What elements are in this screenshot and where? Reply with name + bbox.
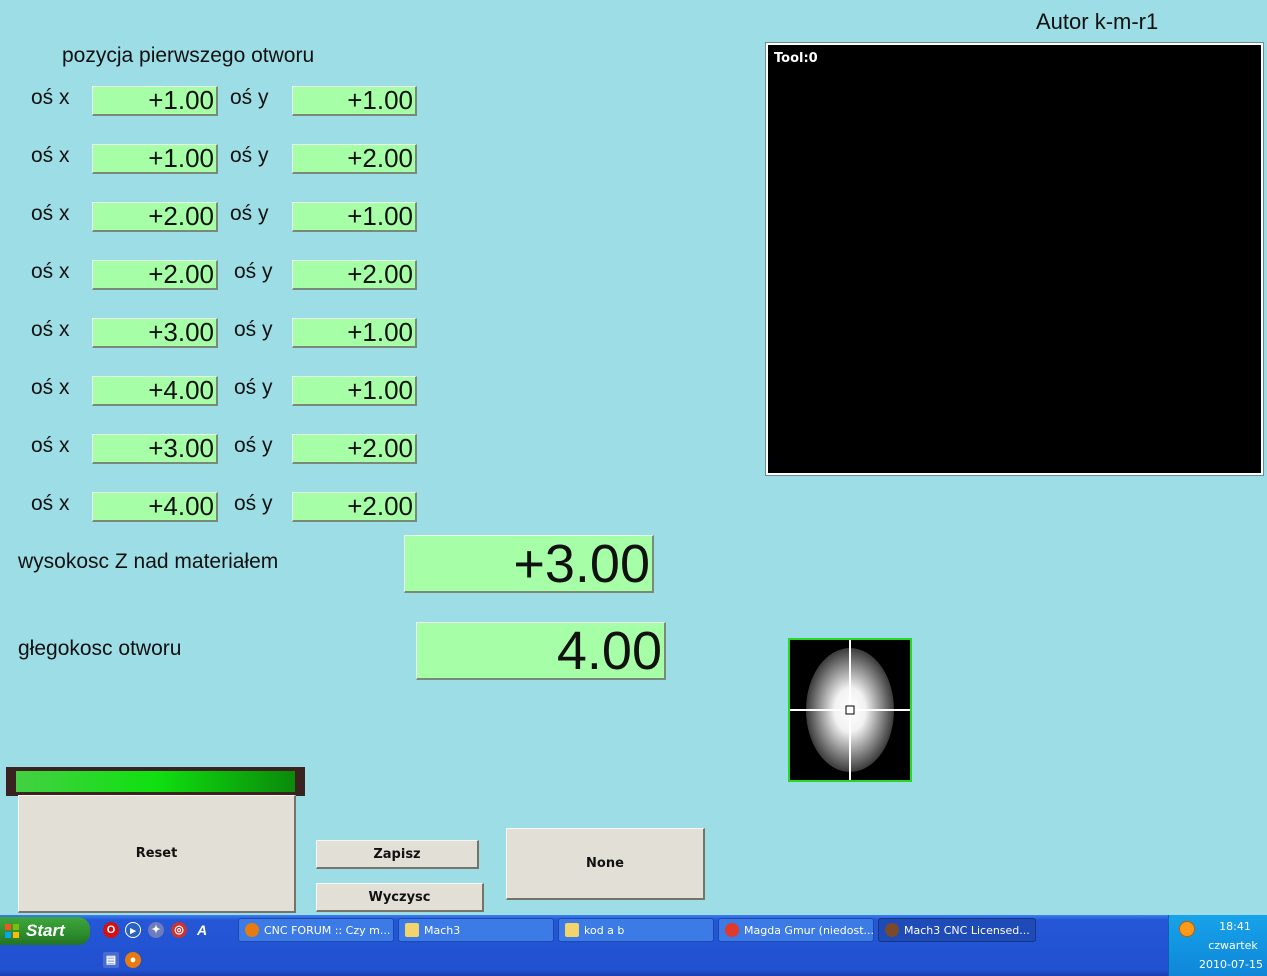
reset-button[interactable]: Reset — [18, 795, 296, 913]
antivirus-icon[interactable]: ◎ — [171, 922, 187, 938]
folder-icon — [405, 923, 419, 937]
axis-y-label: oś y — [230, 144, 269, 167]
x-coordinate-field[interactable]: +3.00 — [92, 318, 218, 348]
y-coordinate-field[interactable]: +1.00 — [292, 86, 417, 116]
clock-time: 18:41 — [1219, 920, 1251, 933]
axis-x-label: oś x — [31, 376, 70, 399]
folder-icon — [565, 923, 579, 937]
axis-y-label: oś y — [234, 492, 273, 515]
y-coordinate-field[interactable]: +2.00 — [292, 144, 417, 174]
firefox-icon — [245, 923, 259, 937]
task-gadu-gadu[interactable]: Magda Gmur (niedost... — [718, 918, 874, 942]
tools-icon[interactable]: ✦ — [148, 922, 164, 938]
y-coordinate-field[interactable]: +2.00 — [292, 434, 417, 464]
firefox-quicklaunch-icon[interactable]: ● — [125, 952, 141, 968]
axis-x-label: oś x — [31, 86, 70, 109]
z-height-label: wysokosc Z nad materiałem — [18, 550, 279, 573]
z-height-dro[interactable]: +3.00 — [404, 535, 654, 593]
clock-day: czwartek — [1208, 939, 1258, 952]
x-coordinate-field[interactable]: +4.00 — [92, 492, 218, 522]
font-tool-icon[interactable]: A — [194, 922, 210, 938]
x-coordinate-field[interactable]: +3.00 — [92, 434, 218, 464]
mach3-icon — [885, 923, 899, 937]
y-coordinate-field[interactable]: +1.00 — [292, 202, 417, 232]
y-coordinate-field[interactable]: +1.00 — [292, 376, 417, 406]
led-fill — [16, 771, 295, 792]
author-label: Autor k-m-r1 — [1036, 9, 1159, 34]
task-label: Magda Gmur (niedost... — [744, 923, 874, 937]
x-coordinate-field[interactable]: +1.00 — [92, 144, 218, 174]
tray-sun-icon[interactable] — [1179, 921, 1195, 937]
media-player-icon[interactable]: ▸ — [125, 922, 141, 938]
task-cnc-forum[interactable]: CNC FORUM :: Czy m... — [238, 918, 394, 942]
y-coordinate-field[interactable]: +2.00 — [292, 260, 417, 290]
x-coordinate-field[interactable]: +2.00 — [92, 202, 218, 232]
gadu-gadu-icon — [725, 923, 739, 937]
start-label: Start — [26, 921, 65, 940]
wyczysc-button[interactable]: Wyczysc — [316, 883, 484, 912]
tool-number-label: Tool:0 — [774, 51, 818, 66]
jog-crosshair-pad[interactable] — [788, 638, 912, 782]
axis-x-label: oś x — [31, 492, 70, 515]
toolpath-display[interactable]: Tool:0 — [765, 42, 1264, 476]
task-label: kod a b — [584, 923, 625, 937]
hole-depth-label: głegokosc otworu — [18, 637, 182, 660]
axis-y-label: oś y — [234, 434, 273, 457]
axis-x-label: oś x — [31, 434, 70, 457]
opera-icon[interactable]: O — [103, 922, 119, 938]
y-coordinate-field[interactable]: +1.00 — [292, 318, 417, 348]
axis-y-label: oś y — [234, 318, 273, 341]
y-coordinate-field[interactable]: +2.00 — [292, 492, 417, 522]
task-label: Mach3 — [424, 923, 461, 937]
start-button[interactable]: Start — [0, 917, 90, 945]
x-coordinate-field[interactable]: +2.00 — [92, 260, 218, 290]
axis-x-label: oś x — [31, 318, 70, 341]
task-label: CNC FORUM :: Czy m... — [264, 923, 391, 937]
hole-depth-dro[interactable]: 4.00 — [416, 622, 666, 680]
axis-x-label: oś x — [31, 202, 70, 225]
task-label: Mach3 CNC Licensed... — [904, 923, 1030, 937]
x-coordinate-field[interactable]: +1.00 — [92, 86, 218, 116]
progress-led-bar — [6, 767, 305, 796]
axis-x-label: oś x — [31, 260, 70, 283]
x-coordinate-field[interactable]: +4.00 — [92, 376, 218, 406]
show-desktop-icon[interactable]: ▤ — [103, 952, 119, 968]
none-button[interactable]: None — [506, 828, 705, 900]
axis-y-label: oś y — [234, 376, 273, 399]
crosshair-icon — [790, 640, 910, 780]
task-kod-a-b-folder[interactable]: kod a b — [558, 918, 714, 942]
zapisz-button[interactable]: Zapisz — [316, 840, 479, 869]
section-title: pozycja pierwszego otworu — [62, 44, 315, 67]
axis-y-label: oś y — [230, 86, 269, 109]
clock-date: 2010-07-15 — [1199, 958, 1263, 971]
system-tray: 18:41 czwartek 2010-07-15 — [1168, 915, 1267, 976]
axis-x-label: oś x — [31, 144, 70, 167]
axis-y-label: oś y — [234, 260, 273, 283]
task-mach3-cnc[interactable]: Mach3 CNC Licensed... — [878, 918, 1036, 942]
windows-logo-icon — [5, 924, 19, 938]
axis-y-label: oś y — [230, 202, 269, 225]
task-mach3-folder[interactable]: Mach3 — [398, 918, 554, 942]
